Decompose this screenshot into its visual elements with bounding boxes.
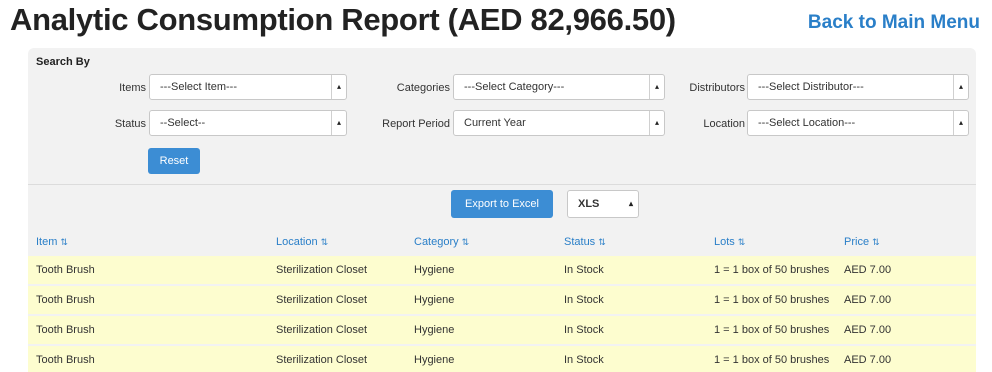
items-filter-label: Items [119,82,146,94]
column-header-status[interactable]: Status ⇅ [564,236,606,248]
categories-select-value: ---Select Category--- [464,81,565,93]
status-select-value: --Select-- [160,117,206,129]
cell-category: Hygiene [414,354,455,366]
distributors-filter-label: Distributors [689,82,745,94]
sort-icon: ⇅ [60,237,68,247]
sort-icon: ⇅ [320,237,329,247]
cell-category: Hygiene [414,294,455,306]
table-body: Tooth Brush Sterilization Closet Hygiene… [28,256,976,372]
column-header-location[interactable]: Location ⇅ [276,236,328,248]
cell-lots: 1 = 1 box of 50 brushes [714,354,830,366]
export-format-select[interactable]: XLS ▴ [567,190,639,218]
chevron-down-icon: ▴ [649,111,664,135]
cell-item: Tooth Brush [36,294,95,306]
report-period-select[interactable]: Current Year ▴ [453,110,665,136]
distributors-select[interactable]: ---Select Distributor--- ▴ [747,74,969,100]
cell-location: Sterilization Closet [276,294,368,306]
items-select[interactable]: ---Select Item--- ▴ [149,74,347,100]
cell-item: Tooth Brush [36,324,95,336]
chevron-down-icon: ▴ [953,75,968,99]
export-to-excel-button[interactable]: Export to Excel [451,190,553,218]
cell-category: Hygiene [414,324,455,336]
sort-icon: ⇅ [598,237,606,247]
report-period-filter-label: Report Period [382,118,450,130]
status-filter-label: Status [114,118,146,130]
back-to-main-menu-link[interactable]: Back to Main Menu [808,12,980,34]
sort-icon: ⇅ [737,237,746,247]
cell-location: Sterilization Closet [276,264,368,276]
categories-filter-label: Categories [396,82,450,94]
cell-category: Hygiene [414,264,455,276]
chevron-down-icon: ▴ [628,199,633,208]
location-filter-label: Location [703,118,745,130]
cell-price: AED 7.00 [844,264,892,276]
cell-lots: 1 = 1 box of 50 brushes [714,324,830,336]
table-row[interactable]: Tooth Brush Sterilization Closet Hygiene… [28,316,976,344]
categories-select[interactable]: ---Select Category--- ▴ [453,74,665,100]
table-row[interactable]: Tooth Brush Sterilization Closet Hygiene… [28,346,976,372]
cell-price: AED 7.00 [844,324,892,336]
reset-button[interactable]: Reset [148,148,200,174]
report-panel: Search By Items ---Select Item--- ▴ Cate… [28,48,976,372]
status-select[interactable]: --Select-- ▴ [149,110,347,136]
chevron-down-icon: ▴ [331,111,346,135]
cell-status: In Stock [564,324,604,336]
column-header-price[interactable]: Price ⇅ [844,236,880,248]
cell-location: Sterilization Closet [276,324,368,336]
distributors-select-value: ---Select Distributor--- [758,81,864,93]
column-header-lots[interactable]: Lots ⇅ [714,236,745,248]
table-row[interactable]: Tooth Brush Sterilization Closet Hygiene… [28,286,976,314]
cell-status: In Stock [564,264,604,276]
chevron-down-icon: ▴ [953,111,968,135]
sort-icon: ⇅ [872,237,880,247]
table-header: Item ⇅ Location ⇅ Category ⇅ Status ⇅ Lots ⇅ … [28,232,976,254]
cell-price: AED 7.00 [844,354,892,366]
sort-icon: ⇅ [461,237,470,247]
cell-lots: 1 = 1 box of 50 brushes [714,264,830,276]
cell-item: Tooth Brush [36,264,95,276]
table-row[interactable]: Tooth Brush Sterilization Closet Hygiene… [28,256,976,284]
cell-price: AED 7.00 [844,294,892,306]
chevron-down-icon: ▴ [649,75,664,99]
cell-item: Tooth Brush [36,354,95,366]
export-format-value: XLS [578,198,600,210]
search-by-heading: Search By [36,56,90,68]
location-select[interactable]: ---Select Location--- ▴ [747,110,969,136]
cell-location: Sterilization Closet [276,354,368,366]
items-select-value: ---Select Item--- [160,81,237,93]
divider [28,184,976,185]
page-title: Analytic Consumption Report (AED 82,966.… [10,2,676,37]
location-select-value: ---Select Location--- [758,117,856,129]
cell-status: In Stock [564,294,604,306]
report-period-select-value: Current Year [464,117,526,129]
cell-status: In Stock [564,354,604,366]
cell-lots: 1 = 1 box of 50 brushes [714,294,830,306]
column-header-category[interactable]: Category ⇅ [414,236,469,248]
column-header-item[interactable]: Item ⇅ [36,236,68,248]
chevron-down-icon: ▴ [331,75,346,99]
